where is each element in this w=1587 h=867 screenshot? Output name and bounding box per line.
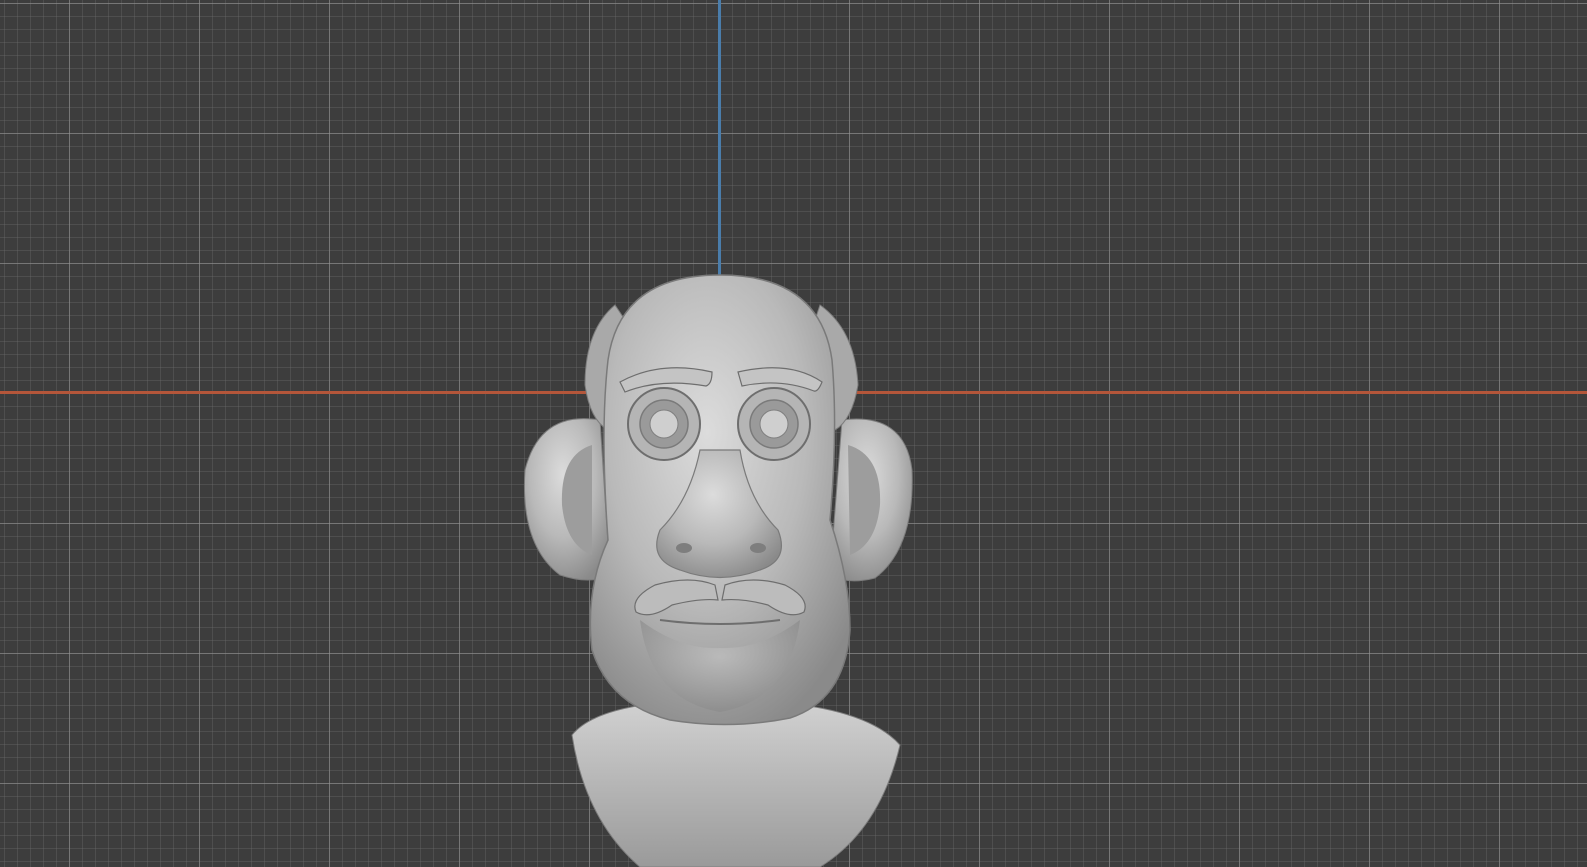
right-nostril: [750, 543, 766, 553]
sculpt-model[interactable]: [0, 0, 1587, 867]
left-nostril: [676, 543, 692, 553]
right-eye-pupil: [759, 409, 789, 439]
3d-viewport[interactable]: [0, 0, 1587, 867]
left-eye-pupil: [649, 409, 679, 439]
